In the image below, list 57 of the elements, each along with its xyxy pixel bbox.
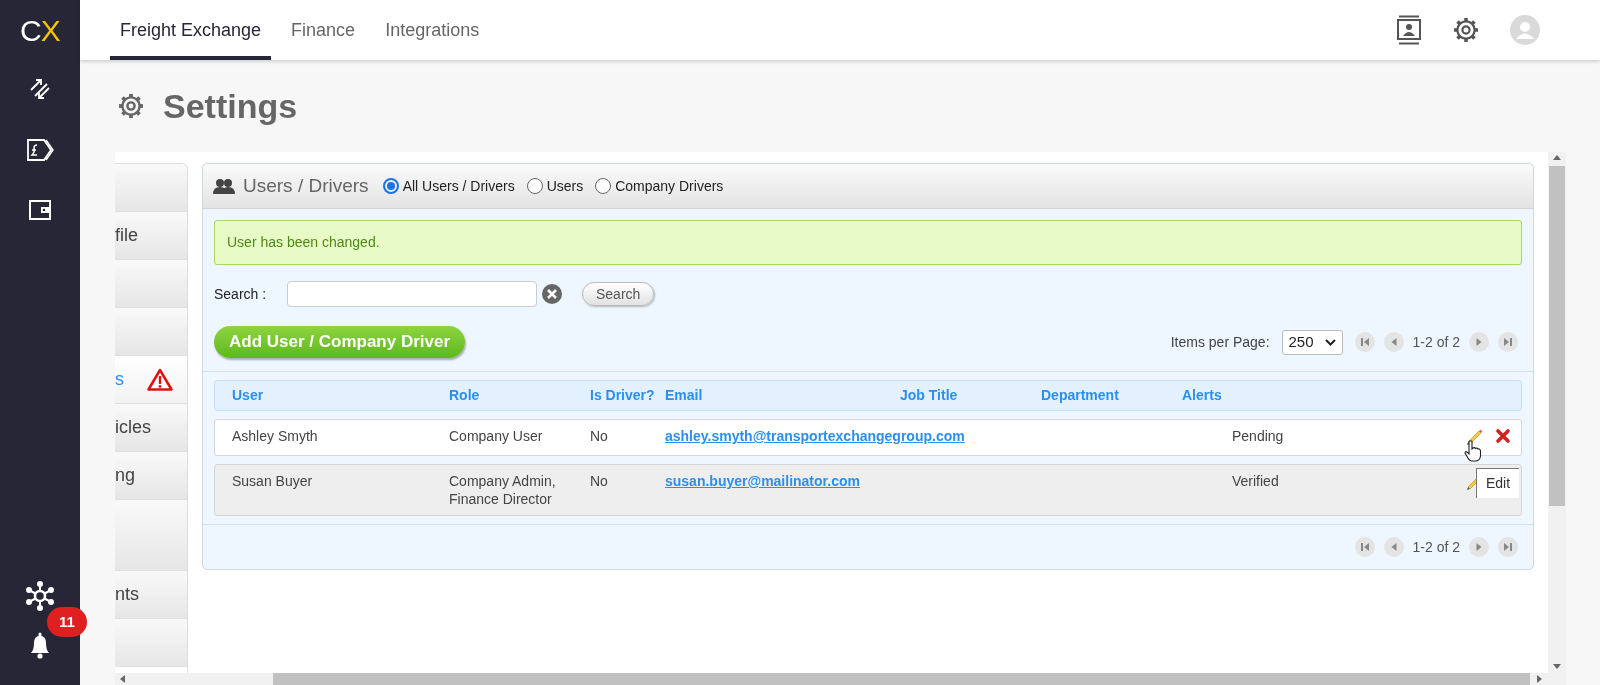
first-page-icon[interactable]: [1354, 537, 1375, 557]
scroll-up-icon[interactable]: [1553, 155, 1561, 160]
scroll-right-icon[interactable]: [1537, 675, 1542, 683]
page-range: 1-2 of 2: [1412, 332, 1460, 352]
app-logo[interactable]: CX: [19, 12, 61, 48]
nav-tab[interactable]: Finance: [281, 0, 366, 60]
settings-nav-item[interactable]: icles: [115, 404, 187, 452]
clear-icon[interactable]: [542, 284, 562, 304]
items-per-page-label: Items per Page:: [1170, 332, 1270, 352]
table-cell-text: Susan Buyer: [232, 472, 314, 491]
panel-title: Users / Drivers: [243, 173, 369, 198]
chevron-down-icon: [1324, 338, 1336, 346]
tooltip: Edit: [1476, 468, 1520, 498]
search-button[interactable]: Search: [582, 282, 655, 306]
page-range: 1-2 of 2: [1412, 537, 1460, 557]
first-page-icon[interactable]: [1354, 332, 1375, 352]
nav-tab[interactable]: Integrations: [375, 0, 490, 60]
wallet-icon[interactable]: [28, 199, 52, 221]
settings-nav-item[interactable]: ng: [115, 452, 187, 500]
contact-card-icon[interactable]: [1396, 15, 1422, 45]
settings-icon: [117, 92, 145, 120]
table-cell-text: No: [590, 427, 609, 446]
users-icon: [213, 178, 235, 194]
next-page-icon[interactable]: [1469, 332, 1489, 352]
scroll-left-icon[interactable]: [120, 675, 125, 683]
search-label: Search :: [214, 284, 268, 304]
items-per-page-select[interactable]: 250: [1281, 329, 1343, 355]
vertical-scrollbar[interactable]: [1548, 152, 1566, 673]
delete-icon[interactable]: [1495, 428, 1511, 444]
filter-radio[interactable]: All Users / Drivers: [382, 175, 515, 197]
status-text: Pending: [1232, 427, 1284, 445]
table-cell-text: Ashley Smyth: [232, 427, 319, 446]
network-icon[interactable]: [25, 581, 55, 611]
page-title: Settings: [163, 85, 298, 127]
scroll-down-icon[interactable]: [1553, 664, 1561, 669]
pound-tag-icon[interactable]: [26, 137, 54, 163]
filter-radio[interactable]: Users: [526, 175, 584, 197]
scroll-thumb[interactable]: [1549, 166, 1565, 506]
success-message: User has been changed.: [214, 220, 1522, 265]
last-page-icon[interactable]: [1498, 332, 1518, 352]
search-field[interactable]: [287, 281, 537, 307]
previous-page-icon[interactable]: [1383, 332, 1404, 352]
table-cell-text: Company Admin, Finance Director: [449, 472, 557, 508]
last-page-icon[interactable]: [1498, 537, 1518, 557]
settings-nav-item[interactable]: nts: [115, 571, 187, 619]
status-text: Verified: [1232, 472, 1279, 490]
table-cell-text: No: [590, 472, 609, 491]
table-cell-text: Company User: [449, 427, 544, 446]
filter-radio[interactable]: Company Drivers: [595, 175, 724, 197]
hand-cursor-icon: [1464, 440, 1482, 462]
notification-count: 11: [47, 607, 87, 637]
next-page-icon[interactable]: [1469, 537, 1489, 557]
settings-icon[interactable]: [1452, 16, 1480, 44]
nav-tab[interactable]: Freight Exchange: [110, 0, 272, 60]
table-row[interactable]: Ashley Smyth Company User No ashley.smyth@transportexchangegroup.com Pending: [214, 419, 1522, 456]
previous-page-icon[interactable]: [1383, 537, 1404, 557]
settings-nav-item[interactable]: file: [115, 212, 187, 260]
